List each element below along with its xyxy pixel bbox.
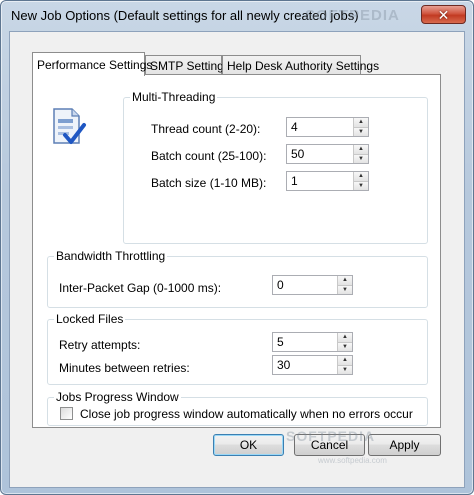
spin-up-icon[interactable]: ▲: [337, 356, 352, 365]
tab-performance-settings[interactable]: Performance Settings: [32, 52, 152, 76]
batch-count-input[interactable]: [287, 145, 353, 163]
thread-count-spin-buttons[interactable]: ▲ ▼: [353, 118, 368, 136]
retry-attempts-label: Retry attempts:: [59, 338, 141, 352]
spin-up-icon[interactable]: ▲: [337, 333, 352, 342]
retry-attempts-stepper[interactable]: ▲ ▼: [272, 332, 353, 352]
spin-up-icon[interactable]: ▲: [337, 276, 352, 285]
apply-button[interactable]: Apply: [368, 434, 441, 456]
minutes-between-retries-label: Minutes between retries:: [59, 361, 190, 375]
close-progress-window-checkbox[interactable]: [60, 407, 73, 420]
spin-down-icon[interactable]: ▼: [353, 153, 368, 163]
retry-attempts-spin-buttons[interactable]: ▲ ▼: [337, 333, 352, 351]
thread-count-stepper[interactable]: ▲ ▼: [286, 117, 369, 137]
inter-packet-gap-input[interactable]: [273, 276, 337, 294]
minutes-between-retries-spin-buttons[interactable]: ▲ ▼: [337, 356, 352, 374]
inter-packet-gap-spin-buttons[interactable]: ▲ ▼: [337, 276, 352, 294]
document-check-icon: [48, 105, 88, 147]
dialog-client-area: Performance Settings SMTP Settings Help …: [9, 31, 465, 488]
dialog-window: New Job Options (Default settings for al…: [0, 0, 474, 495]
ok-button[interactable]: OK: [213, 434, 284, 456]
minutes-between-retries-input[interactable]: [273, 356, 337, 374]
inter-packet-gap-label: Inter-Packet Gap (0-1000 ms):: [59, 281, 222, 295]
title-bar[interactable]: New Job Options (Default settings for al…: [1, 1, 473, 29]
spin-down-icon[interactable]: ▼: [337, 341, 352, 351]
batch-count-spin-buttons[interactable]: ▲ ▼: [353, 145, 368, 163]
tab-smtp-settings[interactable]: SMTP Settings: [145, 55, 230, 74]
batch-count-label: Batch count (25-100):: [151, 149, 267, 163]
spin-down-icon[interactable]: ▼: [353, 126, 368, 136]
batch-size-spin-buttons[interactable]: ▲ ▼: [353, 172, 368, 190]
spin-up-icon[interactable]: ▲: [353, 145, 368, 154]
locked-files-group: Locked Files Retry attempts: ▲ ▼ Minutes…: [47, 312, 428, 385]
jobs-progress-window-group: Jobs Progress Window Close job progress …: [47, 390, 428, 426]
spin-up-icon[interactable]: ▲: [353, 118, 368, 127]
watermark-bottom: SOFTPEDIA: [286, 428, 376, 444]
bandwidth-throttling-group: Bandwidth Throttling Inter-Packet Gap (0…: [47, 249, 428, 308]
batch-size-input[interactable]: [287, 172, 353, 190]
tab-panel-performance: Multi-Threading Thread count (2-20): ▲ ▼…: [32, 74, 441, 428]
bandwidth-throttling-legend: Bandwidth Throttling: [54, 249, 168, 263]
batch-size-stepper[interactable]: ▲ ▼: [286, 171, 369, 191]
multithreading-group: Multi-Threading Thread count (2-20): ▲ ▼…: [123, 90, 428, 244]
multithreading-legend: Multi-Threading: [130, 90, 218, 104]
close-icon: ✕: [437, 6, 450, 23]
batch-size-label: Batch size (1-10 MB):: [151, 176, 267, 190]
thread-count-label: Thread count (2-20):: [151, 122, 261, 136]
spin-down-icon[interactable]: ▼: [337, 284, 352, 294]
spin-down-icon[interactable]: ▼: [337, 364, 352, 374]
retry-attempts-input[interactable]: [273, 333, 337, 351]
inter-packet-gap-stepper[interactable]: ▲ ▼: [272, 275, 353, 295]
watermark-top: SOFTPEDIA: [305, 7, 400, 24]
spin-down-icon[interactable]: ▼: [353, 180, 368, 190]
thread-count-input[interactable]: [287, 118, 353, 136]
jobs-progress-window-legend: Jobs Progress Window: [54, 390, 181, 404]
watermark-url: www.softpedia.com: [318, 456, 387, 465]
minutes-between-retries-stepper[interactable]: ▲ ▼: [272, 355, 353, 375]
tab-help-desk-authority-settings[interactable]: Help Desk Authority Settings: [222, 55, 379, 74]
batch-count-stepper[interactable]: ▲ ▼: [286, 144, 369, 164]
locked-files-legend: Locked Files: [54, 312, 126, 326]
close-progress-window-label[interactable]: Close job progress window automatically …: [80, 407, 413, 421]
spin-up-icon[interactable]: ▲: [353, 172, 368, 181]
close-button[interactable]: ✕: [421, 5, 466, 24]
